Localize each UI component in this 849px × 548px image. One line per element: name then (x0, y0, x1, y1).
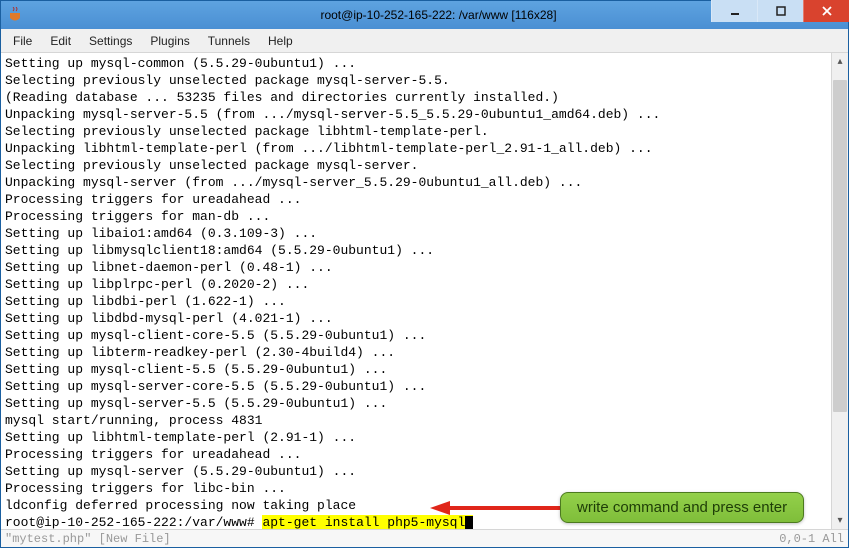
terminal-line: mysql start/running, process 4831 (5, 412, 827, 429)
terminal-line: Setting up libhtml-template-perl (2.91-1… (5, 429, 827, 446)
terminal-line: Processing triggers for ureadahead ... (5, 191, 827, 208)
terminal-line: Selecting previously unselected package … (5, 123, 827, 140)
menu-plugins[interactable]: Plugins (142, 32, 197, 50)
menu-help[interactable]: Help (260, 32, 301, 50)
terminal-line: Setting up mysql-server-core-5.5 (5.5.29… (5, 378, 827, 395)
menu-file[interactable]: File (5, 32, 40, 50)
annotation-callout: write command and press enter (560, 492, 804, 523)
menu-settings[interactable]: Settings (81, 32, 140, 50)
terminal-line: Setting up libdbi-perl (1.622-1) ... (5, 293, 827, 310)
terminal-line: Processing triggers for man-db ... (5, 208, 827, 225)
terminal-line: Unpacking mysql-server-5.5 (from .../mys… (5, 106, 827, 123)
scroll-up-icon[interactable]: ▴ (832, 53, 848, 70)
terminal-line: Setting up libterm-readkey-perl (2.30-4b… (5, 344, 827, 361)
typed-command[interactable]: apt-get install php5-mysql (262, 515, 465, 529)
java-coffee-icon (7, 7, 23, 23)
arrow-head-icon (430, 501, 450, 515)
annotation-arrow (430, 501, 560, 515)
terminal-area[interactable]: Setting up mysql-common (5.5.29-0ubuntu1… (1, 53, 848, 529)
maximize-button[interactable] (757, 0, 803, 22)
status-left: "mytest.php" [New File] (5, 532, 779, 546)
arrow-shaft (450, 506, 560, 510)
status-bar: "mytest.php" [New File] 0,0-1 All (1, 529, 848, 547)
scroll-thumb[interactable] (833, 80, 847, 412)
terminal-line: Setting up mysql-client-5.5 (5.5.29-0ubu… (5, 361, 827, 378)
menu-tunnels[interactable]: Tunnels (200, 32, 258, 50)
prompt-prefix: root@ip-10-252-165-222:/var/www# (5, 515, 262, 529)
terminal-line: Selecting previously unselected package … (5, 72, 827, 89)
window-controls (711, 0, 849, 22)
terminal-line: Setting up libaio1:amd64 (0.3.109-3) ... (5, 225, 827, 242)
scroll-down-icon[interactable]: ▾ (832, 512, 848, 529)
terminal-line: Unpacking mysql-server (from .../mysql-s… (5, 174, 827, 191)
terminal-line: Setting up libplrpc-perl (0.2020-2) ... (5, 276, 827, 293)
terminal-output[interactable]: Setting up mysql-common (5.5.29-0ubuntu1… (1, 53, 831, 529)
terminal-line: (Reading database ... 53235 files and di… (5, 89, 827, 106)
terminal-line: Setting up mysql-server-5.5 (5.5.29-0ubu… (5, 395, 827, 412)
callout-text: write command and press enter (577, 499, 787, 516)
vertical-scrollbar[interactable]: ▴ ▾ (831, 53, 848, 529)
terminal-line: Setting up libdbd-mysql-perl (4.021-1) .… (5, 310, 827, 327)
cursor-block (465, 515, 473, 529)
scroll-track[interactable] (832, 70, 848, 512)
terminal-line: Setting up libnet-daemon-perl (0.48-1) .… (5, 259, 827, 276)
terminal-line: Unpacking libhtml-template-perl (from ..… (5, 140, 827, 157)
terminal-line: Selecting previously unselected package … (5, 157, 827, 174)
menu-edit[interactable]: Edit (42, 32, 79, 50)
titlebar[interactable]: root@ip-10-252-165-222: /var/www [116x28… (1, 1, 848, 29)
close-button[interactable] (803, 0, 849, 22)
terminal-line: Setting up mysql-server (5.5.29-0ubuntu1… (5, 463, 827, 480)
terminal-line: Setting up libmysqlclient18:amd64 (5.5.2… (5, 242, 827, 259)
terminal-line: Setting up mysql-common (5.5.29-0ubuntu1… (5, 55, 827, 72)
minimize-button[interactable] (711, 0, 757, 22)
status-right: 0,0-1 All (779, 532, 844, 546)
app-window: root@ip-10-252-165-222: /var/www [116x28… (0, 0, 849, 548)
terminal-line: Setting up mysql-client-core-5.5 (5.5.29… (5, 327, 827, 344)
terminal-line: Processing triggers for ureadahead ... (5, 446, 827, 463)
menubar: File Edit Settings Plugins Tunnels Help (1, 29, 848, 53)
